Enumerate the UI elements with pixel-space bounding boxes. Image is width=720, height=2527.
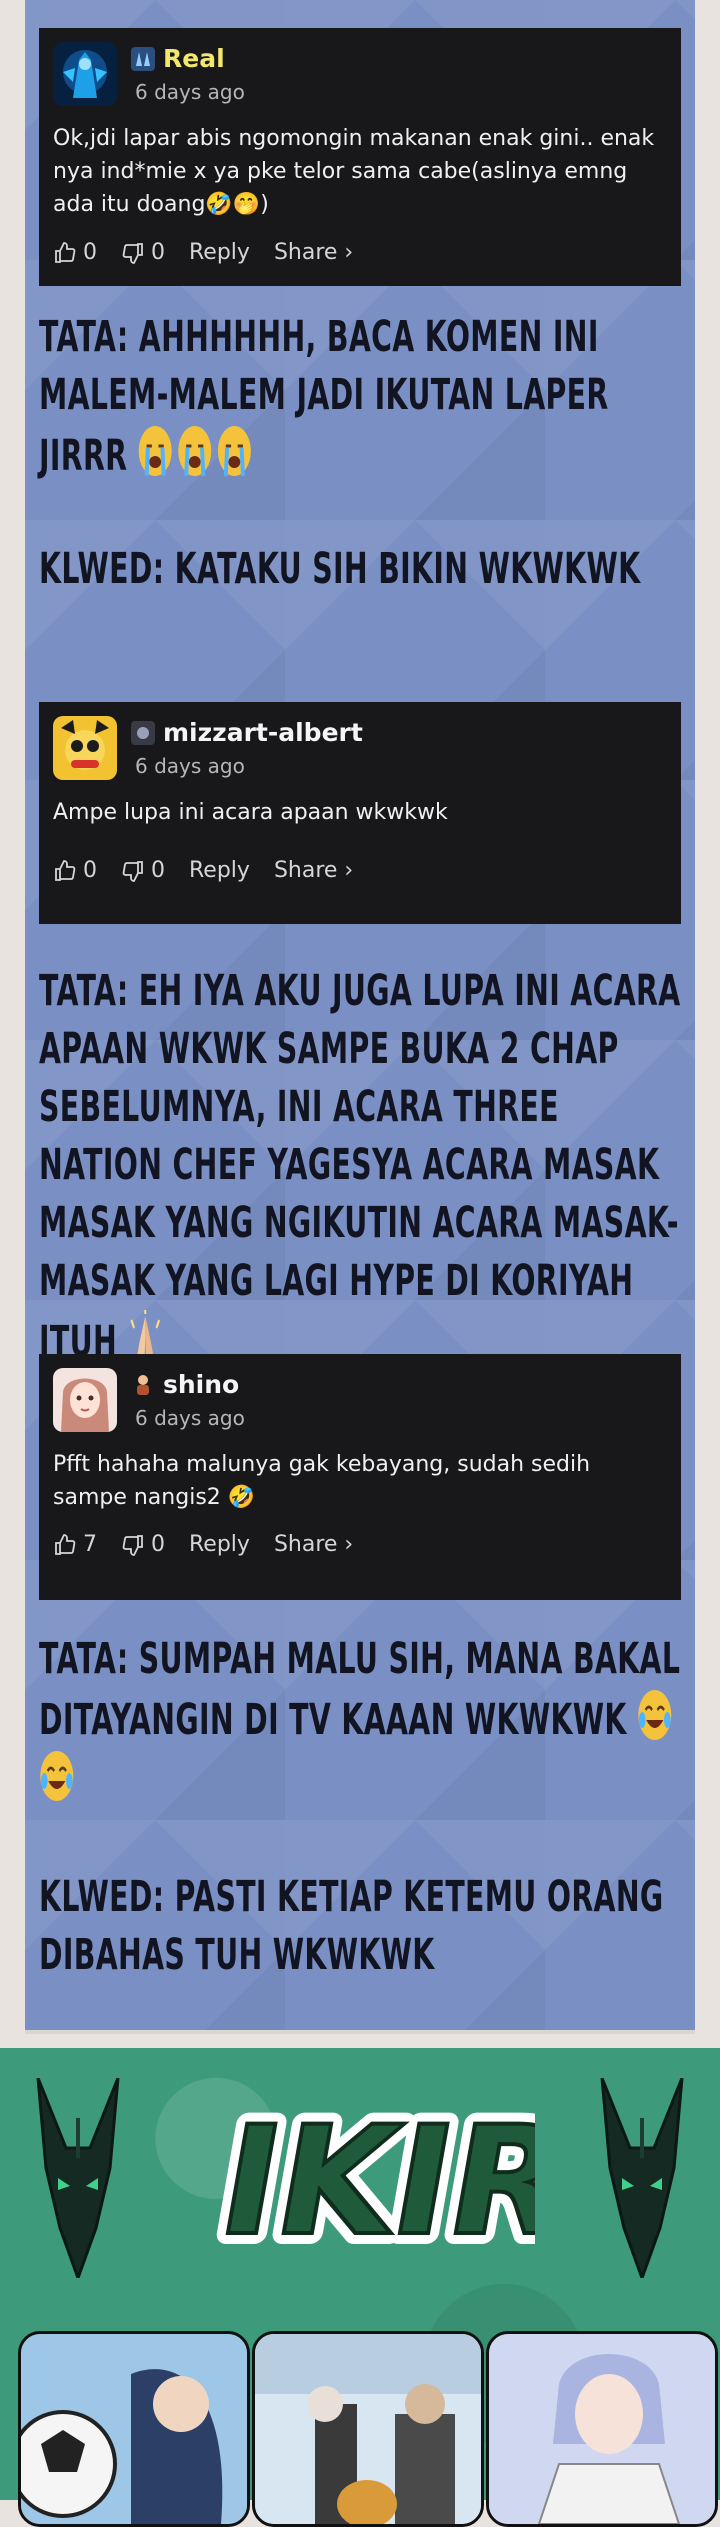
loudly-crying-emoji <box>177 424 213 478</box>
comment-actions: 0 0 Reply Share › <box>53 858 377 883</box>
caption-tata-2: TATA: EH IYA AKU JUGA LUPA INI ACARA APA… <box>39 962 689 1371</box>
comic-thumbnail-1[interactable] <box>18 2331 250 2527</box>
svg-text:IKIRU: IKIRU <box>208 2094 535 2269</box>
comment-text: Ok,jdi lapar abis ngomongin makanan enak… <box>53 126 655 217</box>
dislike-button[interactable]: 0 <box>121 240 165 265</box>
caption-text: TATA: AHHHHHH, BACA KOMEN INI MALEM-MALE… <box>39 312 609 481</box>
caption-text: TATA: EH IYA AKU JUGA LUPA INI ACARA APA… <box>39 966 681 1367</box>
loudly-crying-emoji <box>138 424 174 478</box>
username-text[interactable]: shino <box>163 1370 239 1399</box>
caption-text: KLWED: PASTI KETIAP KETEMU ORANG DIBAHAS… <box>39 1872 664 1980</box>
comment-card-real: Real 6 days ago Ok,jdi lapar abis ngomon… <box>39 28 681 286</box>
dislike-count: 0 <box>151 858 165 883</box>
dislike-button[interactable]: 0 <box>121 1532 165 1557</box>
username[interactable]: shino <box>131 1370 239 1399</box>
comment-card-mizzart: mizzart-albert 6 days ago Ampe lupa ini … <box>39 702 681 924</box>
thumbs-down-icon <box>122 860 143 882</box>
dislike-count: 0 <box>151 1532 165 1557</box>
avatar[interactable] <box>53 1368 117 1432</box>
rank-badge-icon <box>131 46 155 71</box>
like-count: 0 <box>83 240 97 265</box>
caption-tata-1: TATA: AHHHHHH, BACA KOMEN INI MALEM-MALE… <box>39 308 689 485</box>
username[interactable]: mizzart-albert <box>131 718 363 747</box>
thumbs-up-icon <box>55 859 76 881</box>
comment-card-shino: shino 6 days ago Pfft hahaha malunya gak… <box>39 1354 681 1600</box>
comment-actions: 0 0 Reply Share › <box>53 240 377 265</box>
like-button[interactable]: 7 <box>53 1532 97 1557</box>
reply-button[interactable]: Reply <box>189 1532 250 1557</box>
avatar[interactable] <box>53 42 117 106</box>
rank-badge-icon <box>131 1373 155 1397</box>
anubis-mascot-right <box>600 2078 684 2278</box>
thumbs-up-icon <box>55 241 76 263</box>
ikiru-logo: IKIRU IKIRU <box>197 2083 535 2280</box>
thumbs-up-icon <box>55 1533 76 1555</box>
thumbs-down-icon <box>122 242 143 264</box>
comment-time: 6 days ago <box>135 80 245 104</box>
comment-text: Pfft hahaha malunya gak kebayang, sudah … <box>53 1452 591 1510</box>
comic-thumbnail-3[interactable] <box>486 2331 718 2527</box>
share-button[interactable]: Share › <box>274 1532 353 1557</box>
rank-badge-icon <box>131 720 155 745</box>
like-button[interactable]: 0 <box>53 858 97 883</box>
tears-of-joy-emoji <box>637 1688 673 1742</box>
caption-text: TATA: SUMPAH MALU SIH, MANA BAKAL DITAYA… <box>39 1634 681 1745</box>
caption-klwed-2: KLWED: PASTI KETIAP KETEMU ORANG DIBAHAS… <box>39 1868 689 1984</box>
like-count: 7 <box>83 1532 97 1557</box>
caption-text: KLWED: KATAKU SIH BIKIN WKWKWK <box>39 544 641 594</box>
reply-button[interactable]: Reply <box>189 240 250 265</box>
comment-actions: 7 0 Reply Share › <box>53 1532 377 1557</box>
loudly-crying-emoji <box>217 424 253 478</box>
like-count: 0 <box>83 858 97 883</box>
chapter-panel: Real 6 days ago Ok,jdi lapar abis ngomon… <box>25 0 695 2034</box>
caption-klwed-1: KLWED: KATAKU SIH BIKIN WKWKWK <box>39 540 689 598</box>
reply-button[interactable]: Reply <box>189 858 250 883</box>
like-button[interactable]: 0 <box>53 240 97 265</box>
username[interactable]: Real <box>131 44 225 73</box>
comic-thumbnail-2[interactable] <box>252 2331 484 2527</box>
dislike-button[interactable]: 0 <box>121 858 165 883</box>
anubis-mascot-left <box>36 2078 120 2278</box>
tears-of-joy-emoji <box>39 1749 75 1803</box>
username-text[interactable]: mizzart-albert <box>163 718 363 747</box>
caption-tata-3: TATA: SUMPAH MALU SIH, MANA BAKAL DITAYA… <box>39 1630 689 1810</box>
thumbs-down-icon <box>122 1534 143 1556</box>
ikiru-banner[interactable]: IKIRU IKIRU <box>0 2048 720 2527</box>
comment-time: 6 days ago <box>135 754 245 778</box>
comment-text: Ampe lupa ini acara apaan wkwkwk <box>53 800 448 825</box>
share-button[interactable]: Share › <box>274 240 353 265</box>
comment-time: 6 days ago <box>135 1406 245 1430</box>
avatar[interactable] <box>53 716 117 780</box>
dislike-count: 0 <box>151 240 165 265</box>
share-button[interactable]: Share › <box>274 858 353 883</box>
username-text[interactable]: Real <box>163 44 225 73</box>
